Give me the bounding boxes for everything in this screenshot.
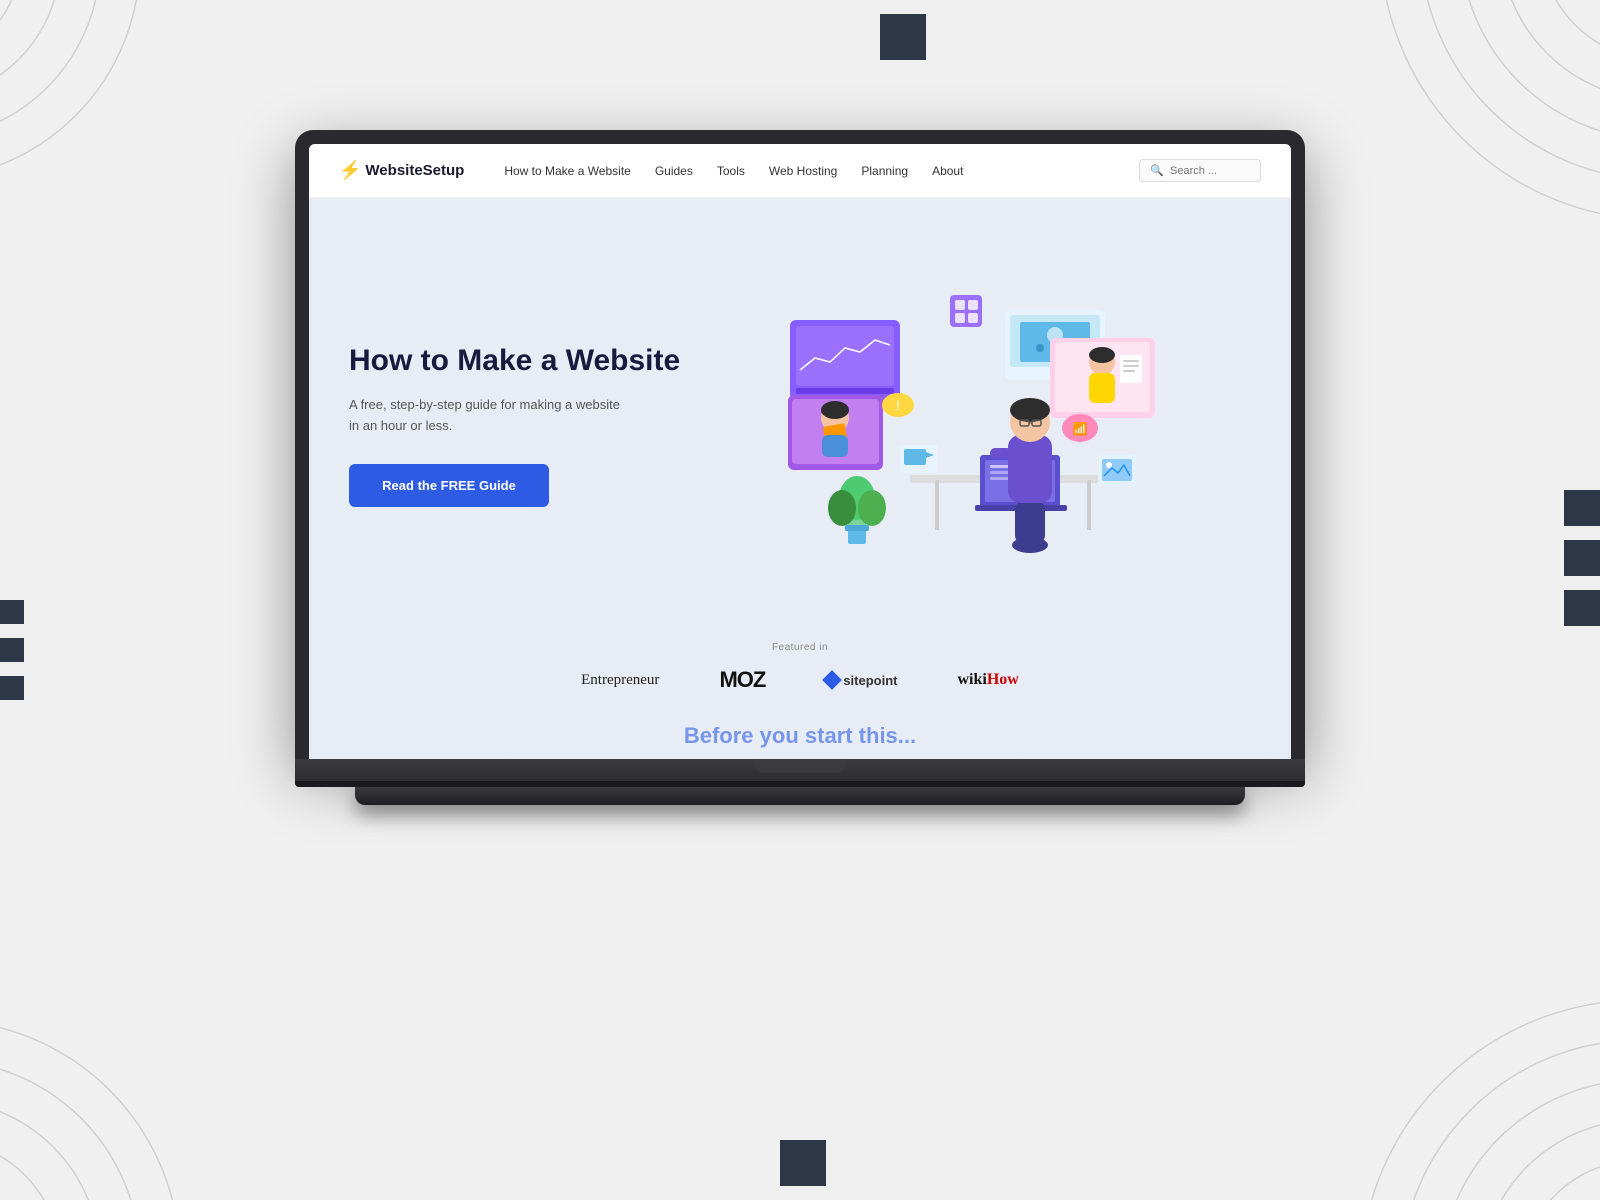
square-top-center xyxy=(880,14,926,60)
hero-title: How to Make a Website xyxy=(349,343,689,379)
svg-text:!: ! xyxy=(896,397,900,413)
hero-svg: ! xyxy=(780,280,1160,560)
sitepoint-diamond-icon xyxy=(822,670,842,690)
hero-subtitle: A free, step-by-step guide for making a … xyxy=(349,395,629,437)
hero-illustration: ! xyxy=(689,248,1251,592)
nav-link-how-to[interactable]: How to Make a Website xyxy=(504,164,631,178)
square-right-mid xyxy=(1564,540,1600,576)
laptop-bezel: ⚡ WebsiteSetup How to Make a Website Gui… xyxy=(295,130,1305,759)
logo-entrepreneur: Entrepreneur xyxy=(581,672,659,689)
search-box[interactable]: 🔍 xyxy=(1139,159,1261,182)
nav-link-tools[interactable]: Tools xyxy=(717,164,745,178)
circles-top-right xyxy=(1320,0,1600,280)
nav-link-hosting[interactable]: Web Hosting xyxy=(769,164,837,178)
square-left-mid xyxy=(0,638,24,662)
featured-logos: Entrepreneur MOZ sitepoint wikiHow xyxy=(349,667,1251,693)
nav-link-guides[interactable]: Guides xyxy=(655,164,693,178)
wikihow-how: How xyxy=(987,671,1019,688)
nav-links: How to Make a Website Guides Tools Web H… xyxy=(504,164,1139,178)
nav-link-planning[interactable]: Planning xyxy=(861,164,908,178)
circles-bottom-right xyxy=(1260,900,1600,1200)
search-input[interactable] xyxy=(1170,165,1250,177)
laptop-base xyxy=(295,759,1305,787)
navigation: ⚡ WebsiteSetup How to Make a Website Gui… xyxy=(309,144,1291,198)
circles-top-left xyxy=(0,0,180,220)
cta-button[interactable]: Read the FREE Guide xyxy=(349,464,549,507)
svg-text:📶: 📶 xyxy=(1073,422,1088,436)
search-icon: 🔍 xyxy=(1150,164,1164,177)
laptop: ⚡ WebsiteSetup How to Make a Website Gui… xyxy=(295,130,1305,805)
square-left-bot xyxy=(0,676,24,700)
logo-wikihow: wikiHow xyxy=(958,671,1019,689)
logo-text: WebsiteSetup xyxy=(365,162,464,179)
logo-icon: ⚡ xyxy=(339,160,361,181)
laptop-foot xyxy=(355,787,1245,805)
logo-moz: MOZ xyxy=(719,667,765,693)
square-right-top xyxy=(1564,490,1600,526)
circles-bottom-left xyxy=(0,940,260,1200)
hero-left: How to Make a Website A free, step-by-st… xyxy=(349,248,689,592)
website-content: ⚡ WebsiteSetup How to Make a Website Gui… xyxy=(309,144,1291,759)
square-right-bot xyxy=(1564,590,1600,626)
square-left-top xyxy=(0,600,24,624)
laptop-screen: ⚡ WebsiteSetup How to Make a Website Gui… xyxy=(309,144,1291,759)
bottom-preview-text: Before you start this... xyxy=(684,723,916,748)
logo-sitepoint: sitepoint xyxy=(825,673,897,688)
hero-section: How to Make a Website A free, step-by-st… xyxy=(309,198,1291,622)
square-bottom-center xyxy=(780,1140,826,1186)
featured-label: Featured in xyxy=(349,642,1251,653)
logo-area[interactable]: ⚡ WebsiteSetup xyxy=(339,160,464,181)
featured-section: Featured in Entrepreneur MOZ sitepoint w… xyxy=(309,622,1291,713)
nav-link-about[interactable]: About xyxy=(932,164,963,178)
laptop-notch xyxy=(755,759,845,773)
bottom-preview: Before you start this... xyxy=(309,713,1291,759)
